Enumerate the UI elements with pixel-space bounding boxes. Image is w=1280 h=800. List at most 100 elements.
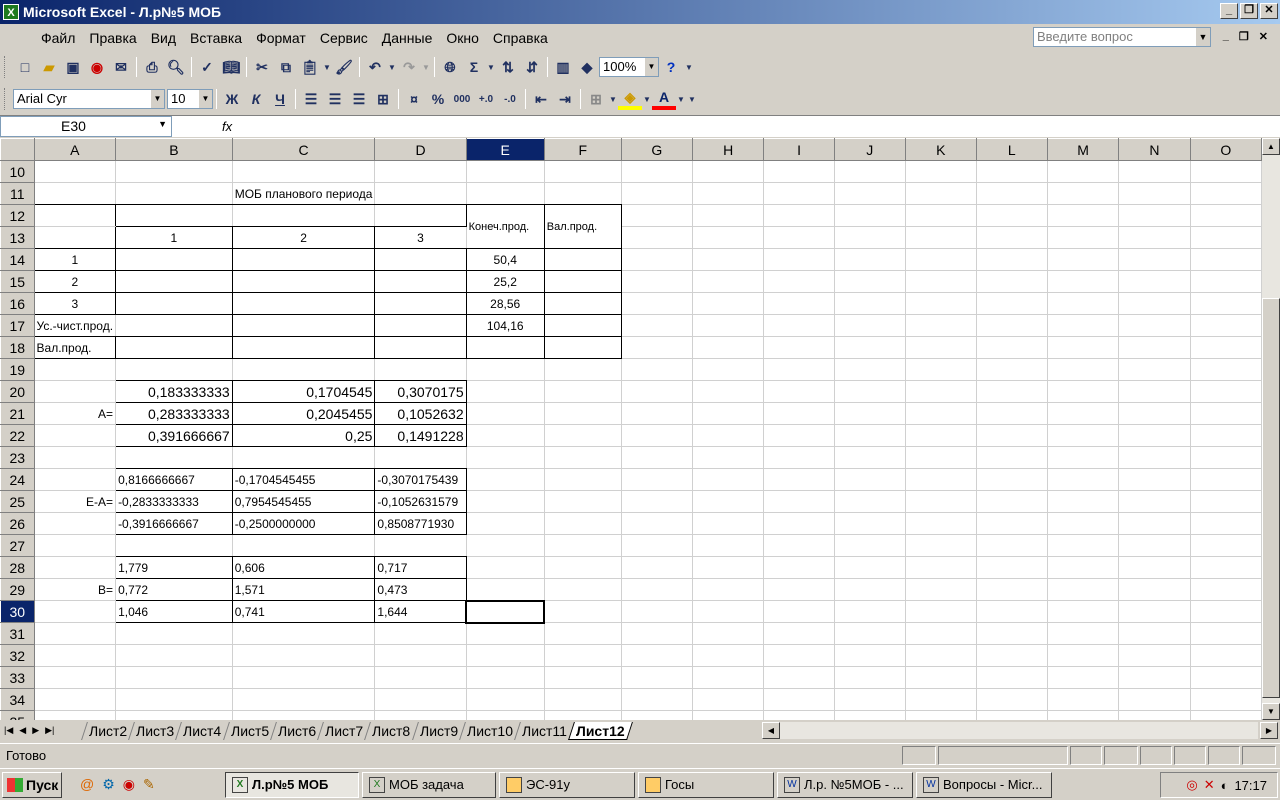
undo-icon[interactable]: ↶	[363, 56, 387, 78]
prev-sheet-icon[interactable]: ◀	[19, 725, 26, 736]
cell-c21[interactable]: 0,2045455	[231, 402, 376, 425]
spelling-icon[interactable]: ✓	[195, 56, 219, 78]
cell-c20[interactable]: 0,1704545	[231, 380, 376, 403]
toolbar-options-icon[interactable]: ▼	[683, 56, 695, 78]
cell-c13[interactable]: 2	[231, 226, 376, 249]
tab-list6[interactable]: Лист6	[269, 721, 324, 740]
cell-b24[interactable]: 0,8166666667	[115, 468, 233, 491]
email-icon[interactable]: ✉	[109, 56, 133, 78]
permission-icon[interactable]: ◉	[85, 56, 109, 78]
cell-c29[interactable]: 1,571	[231, 578, 376, 601]
save-icon[interactable]: ▣	[61, 56, 85, 78]
new-icon[interactable]: □	[13, 56, 37, 78]
vertical-scroll-thumb[interactable]	[1262, 298, 1280, 698]
cell-b28[interactable]: 1,779	[115, 556, 233, 579]
currency-icon[interactable]: ¤	[402, 88, 426, 110]
taskbar-item-word-voprosy[interactable]: W Вопросы - Micr...	[916, 771, 1052, 798]
row-header[interactable]: 22	[0, 424, 35, 447]
row-header[interactable]: 12	[0, 204, 35, 227]
vertical-scrollbar[interactable]: ▲ ▼	[1262, 138, 1280, 720]
horizontal-scrollbar[interactable]: ◀ ▶	[762, 722, 1278, 739]
menu-format[interactable]: Формат	[249, 26, 313, 50]
menu-help[interactable]: Справка	[486, 26, 555, 50]
cell-d20[interactable]: 0,3070175	[374, 380, 467, 403]
cell-d30[interactable]: 1,644	[374, 600, 467, 623]
network-quicklaunch-icon[interactable]: ⚙	[102, 776, 115, 793]
col-header-c[interactable]: C	[231, 138, 376, 161]
copy-icon[interactable]: ⧉	[274, 56, 298, 78]
cell-e14[interactable]: 50,4	[465, 248, 545, 271]
cut-icon[interactable]: ✂	[250, 56, 274, 78]
tray-volume-icon[interactable]: ◐	[1221, 778, 1229, 793]
toolbar-options-icon-2[interactable]: ▼	[686, 88, 698, 110]
opera-quicklaunch-icon[interactable]: ◉	[123, 776, 135, 793]
row-header[interactable]: 29	[0, 578, 35, 601]
next-sheet-icon[interactable]: ▶	[32, 725, 39, 736]
cell-a18[interactable]: Вал.прод.	[33, 336, 117, 359]
font-color-icon[interactable]: A	[652, 88, 676, 110]
undo-dropdown-icon[interactable]: ▼	[387, 56, 397, 78]
row-header[interactable]: 21	[0, 402, 35, 425]
percent-icon[interactable]: %	[426, 88, 450, 110]
restore-button[interactable]: ❐	[1240, 3, 1258, 19]
tray-antivirus-icon[interactable]: ◎	[1186, 777, 1197, 793]
tab-list10[interactable]: Лист10	[458, 721, 520, 740]
cell-c25[interactable]: 0,7954545455	[231, 490, 376, 513]
col-header-i[interactable]: I	[763, 138, 835, 161]
doc-restore-button[interactable]: ❐	[1239, 30, 1249, 43]
menu-data[interactable]: Данные	[375, 26, 440, 50]
hyperlink-icon[interactable]: 🌐︎	[438, 56, 462, 78]
tab-list7[interactable]: Лист7	[317, 721, 371, 740]
sort-ascending-icon[interactable]: ⇅	[496, 56, 520, 78]
active-cell-e30[interactable]	[465, 599, 546, 624]
cell-e12[interactable]: Конеч.прод.	[465, 204, 545, 249]
row-header[interactable]: 16	[0, 292, 35, 315]
col-header-h[interactable]: H	[692, 138, 765, 161]
cell-d13[interactable]: 3	[374, 226, 467, 249]
name-box[interactable]: E30 ▼	[0, 116, 172, 137]
scroll-up-icon[interactable]: ▲	[1262, 138, 1280, 155]
cell-c30[interactable]: 0,741	[231, 600, 376, 623]
cell-d26[interactable]: 0,8508771930	[374, 512, 467, 535]
cell-c26[interactable]: -0,2500000000	[231, 512, 376, 535]
start-button[interactable]: Пуск	[2, 771, 62, 798]
fill-color-dropdown-icon[interactable]: ▼	[642, 88, 652, 110]
increase-indent-icon[interactable]: ⇥	[553, 88, 577, 110]
ask-question-input[interactable]: Введите вопрос ▼	[1033, 27, 1211, 47]
doc-close-button[interactable]: ✕	[1259, 30, 1268, 43]
help-icon[interactable]: ?	[659, 56, 683, 78]
col-header-b[interactable]: B	[115, 138, 233, 161]
last-sheet-icon[interactable]: ▶|	[45, 725, 54, 736]
tray-network-icon[interactable]: ✕	[1204, 777, 1215, 793]
insert-function-icon[interactable]: fx	[222, 119, 232, 134]
redo-dropdown-icon[interactable]: ▼	[421, 56, 431, 78]
cell-d22[interactable]: 0,1491228	[374, 424, 467, 447]
cell-c22[interactable]: 0,25	[231, 424, 376, 447]
cell-b25[interactable]: -0,2833333333	[115, 490, 233, 513]
increase-decimal-icon[interactable]: +.0	[474, 88, 498, 110]
cell-d25[interactable]: -0,1052631579	[374, 490, 467, 513]
cell-b21[interactable]: 0,283333333	[115, 402, 233, 425]
redo-icon[interactable]: ↷	[397, 56, 421, 78]
decrease-indent-icon[interactable]: ⇤	[529, 88, 553, 110]
row-header[interactable]: 15	[0, 270, 35, 293]
tab-list2[interactable]: Лист2	[81, 721, 135, 740]
name-box-dropdown-icon[interactable]: ▼	[158, 119, 167, 129]
cell-b29[interactable]: 0,772	[115, 578, 233, 601]
tab-list5[interactable]: Лист5	[222, 721, 276, 740]
row-header[interactable]: 13	[0, 226, 35, 249]
menu-view[interactable]: Вид	[144, 26, 183, 50]
row-header[interactable]: 31	[0, 622, 35, 645]
decrease-decimal-icon[interactable]: -.0	[498, 88, 522, 110]
format-painter-icon[interactable]: 🖌︎	[332, 56, 356, 78]
scroll-down-icon[interactable]: ▼	[1262, 703, 1280, 720]
row-header[interactable]: 30	[0, 600, 35, 623]
tab-list9[interactable]: Лист9	[411, 721, 465, 740]
cell-d29[interactable]: 0,473	[374, 578, 467, 601]
taskbar-item-word-lr[interactable]: W Л.р. №5МОБ - ...	[777, 771, 913, 798]
underline-button[interactable]: Ч	[268, 88, 292, 110]
row-header[interactable]: 20	[0, 380, 35, 403]
cell-a17[interactable]: Ус.-чист.прод.	[33, 314, 117, 337]
taskbar-item-excel[interactable]: X Л.р№5 МОБ	[225, 771, 359, 798]
row-header[interactable]: 24	[0, 468, 35, 491]
